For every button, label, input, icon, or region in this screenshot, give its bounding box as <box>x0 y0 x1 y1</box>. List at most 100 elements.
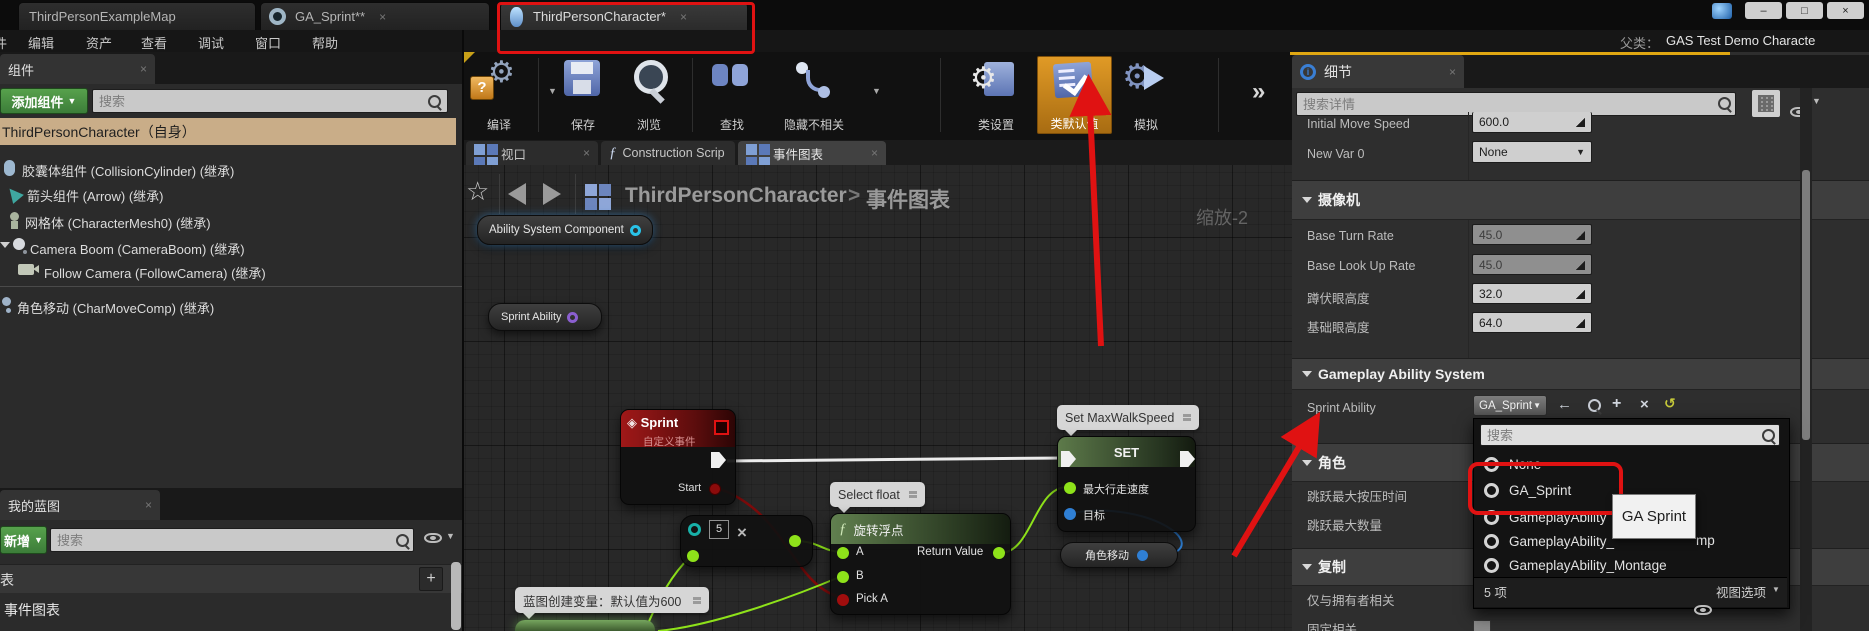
asset-option-none[interactable]: None <box>1474 452 1786 476</box>
components-search-input[interactable] <box>92 89 448 113</box>
tab-viewport[interactable]: 视口 × <box>466 141 598 165</box>
close-icon[interactable]: × <box>145 498 152 512</box>
menu-item-edit[interactable]: 编辑 <box>28 33 54 52</box>
checkbox[interactable] <box>1473 620 1491 631</box>
component-row-followcamera[interactable]: Follow Camera (FollowCamera) (继承) <box>44 263 266 282</box>
tab-details[interactable]: i 细节 × <box>1292 55 1464 88</box>
reset-to-default-icon[interactable]: ↺ <box>1664 395 1676 412</box>
class-defaults-button[interactable]: 类默认值 <box>1037 56 1112 134</box>
node-sprint-ability[interactable]: Sprint Ability <box>488 303 602 331</box>
node-char-movement[interactable]: 角色移动 <box>1060 542 1178 568</box>
wildcard-pin[interactable] <box>688 523 701 536</box>
simulate-button[interactable]: ⚙ 模拟 <box>1116 56 1176 136</box>
pin-a[interactable] <box>837 547 849 559</box>
find-button[interactable]: 查找 <box>700 56 764 136</box>
graphs-section-row[interactable] <box>0 564 462 593</box>
save-button[interactable]: 保存 <box>550 56 616 136</box>
chevron-down-icon[interactable]: ▼ <box>446 531 455 541</box>
chevron-down-icon[interactable]: ▼ <box>872 86 881 96</box>
component-row-charmovecomp[interactable]: 角色移动 (CharMoveComp) (继承) <box>17 298 214 317</box>
parent-class-link[interactable]: GAS Test Demo Characte <box>1666 33 1815 48</box>
close-icon[interactable]: × <box>583 146 590 160</box>
node-ability-system-component[interactable]: Ability System Component <box>477 215 653 245</box>
property-matrix-button[interactable] <box>1752 90 1780 117</box>
close-icon[interactable]: × <box>871 146 878 160</box>
close-icon[interactable]: × <box>140 62 147 76</box>
menu-item-view[interactable]: 查看 <box>141 33 167 52</box>
pin-max-walk-speed[interactable] <box>1064 482 1076 494</box>
chevron-down-icon[interactable]: ▼ <box>1772 585 1780 594</box>
close-button[interactable]: × <box>1827 2 1864 19</box>
tab-thirdpersonexamplemap[interactable]: ThirdPersonExampleMap <box>18 2 256 30</box>
prop-crouch-eye-height-value[interactable]: 32.0 <box>1472 283 1592 304</box>
float-out-pin[interactable] <box>789 535 801 547</box>
node-get-float-partial[interactable] <box>515 620 655 631</box>
class-settings-button[interactable]: ⚙ 类设置 <box>958 56 1034 136</box>
component-row-cameraboom[interactable]: Camera Boom (CameraBoom) (继承) <box>30 239 245 258</box>
menu-item-help[interactable]: 帮助 <box>312 33 338 52</box>
component-row-arrow[interactable]: 箭头组件 (Arrow) (继承) <box>27 186 164 205</box>
asset-picker-search-input[interactable] <box>1480 424 1780 446</box>
add-new-button[interactable]: 新增 ▼ <box>0 526 47 554</box>
view-options-label[interactable]: 视图选项 <box>1716 582 1766 601</box>
pin-b[interactable] <box>837 571 849 583</box>
browse-to-asset-icon[interactable] <box>1588 399 1601 412</box>
prop-initial-move-speed-value[interactable]: 600.0 <box>1472 112 1592 133</box>
scrollbar-thumb[interactable] <box>451 562 461 630</box>
clear-icon[interactable]: × <box>1640 396 1649 413</box>
expander-icon[interactable] <box>0 242 10 248</box>
object-pin[interactable] <box>629 224 641 236</box>
start-pin[interactable] <box>709 483 721 495</box>
my-blueprint-search-input[interactable] <box>50 528 414 552</box>
visibility-eye-icon[interactable] <box>424 533 442 543</box>
float-in-pin[interactable] <box>687 550 699 562</box>
pin-icons[interactable] <box>1183 414 1191 421</box>
set-maxwalkspeed-comment[interactable]: Set MaxWalkSpeed <box>1057 405 1199 436</box>
tab-event-graph[interactable]: 事件图表 × <box>738 141 886 165</box>
prop-new-var-0-dropdown[interactable]: None ▼ <box>1472 141 1592 163</box>
menu-item-asset[interactable]: 资产 <box>86 33 112 52</box>
pin-return-value[interactable] <box>993 547 1005 559</box>
event-graph-row[interactable]: 事件图表 <box>4 600 60 620</box>
pin-pick-a[interactable] <box>837 594 849 606</box>
multiply-value-input[interactable]: 5 <box>709 520 729 539</box>
tab-components[interactable]: 组件 × <box>0 54 155 84</box>
object-pin[interactable] <box>1137 549 1148 561</box>
add-component-button[interactable]: 添加组件 ▼ <box>0 88 88 114</box>
var-default-comment[interactable]: 蓝图创建变量：默认值为600 <box>515 587 709 619</box>
component-row-collisioncylinder[interactable]: 胶囊体组件 (CollisionCylinder) (继承) <box>22 161 234 180</box>
delegate-pin[interactable] <box>714 420 729 435</box>
menu-item-debug[interactable]: 调试 <box>198 33 224 52</box>
tab-my-blueprint[interactable]: 我的蓝图 × <box>0 490 160 520</box>
asset-option-gameplayability-montage[interactable]: GameplayAbility_Montage <box>1474 553 1786 577</box>
select-float-comment[interactable]: Select float <box>830 482 925 513</box>
section-camera[interactable]: 摄像机 <box>1292 180 1869 220</box>
tab-thirdpersoncharacter[interactable]: ThirdPersonCharacter* × <box>500 2 748 30</box>
hide-unrelated-button[interactable]: 隐藏不相关 <box>766 56 862 136</box>
add-graph-button[interactable]: + <box>419 567 443 591</box>
prop-base-eye-height-value[interactable]: 64.0 <box>1472 312 1592 333</box>
close-icon[interactable]: × <box>379 10 386 24</box>
details-scrollbar-thumb[interactable] <box>1802 170 1810 440</box>
details-column-divider[interactable] <box>1468 112 1469 372</box>
class-pin[interactable] <box>566 311 578 323</box>
browse-button[interactable]: 浏览 <box>618 56 680 136</box>
tab-construction-script[interactable]: ƒ Construction Scrip <box>601 141 735 165</box>
add-icon[interactable]: + <box>1612 395 1621 413</box>
toolbar-overflow-chevron[interactable]: » <box>1252 78 1265 106</box>
minimize-button[interactable]: – <box>1745 2 1782 19</box>
component-row-charactermesh[interactable]: 网格体 (CharacterMesh0) (继承) <box>25 213 211 232</box>
component-root-row[interactable]: ThirdPersonCharacter（自身） <box>0 118 456 145</box>
close-icon[interactable]: × <box>1449 65 1456 79</box>
tab-ga-sprint[interactable]: GA_Sprint** × <box>260 2 490 30</box>
prop-base-look-up-rate-value[interactable]: 45.0 <box>1472 254 1592 275</box>
maximize-button[interactable]: □ <box>1786 2 1823 19</box>
prop-base-turn-rate-value[interactable]: 45.0 <box>1472 224 1592 245</box>
pin-target[interactable] <box>1064 508 1076 520</box>
pin-icons[interactable] <box>909 491 917 498</box>
section-gameplay-ability-system[interactable]: Gameplay Ability System <box>1292 358 1869 390</box>
chevron-down-icon[interactable]: ▼ <box>1812 96 1821 106</box>
menu-item-window[interactable]: 窗口 <box>255 33 281 52</box>
close-icon[interactable]: × <box>680 10 687 24</box>
pin-icons[interactable] <box>693 596 701 604</box>
